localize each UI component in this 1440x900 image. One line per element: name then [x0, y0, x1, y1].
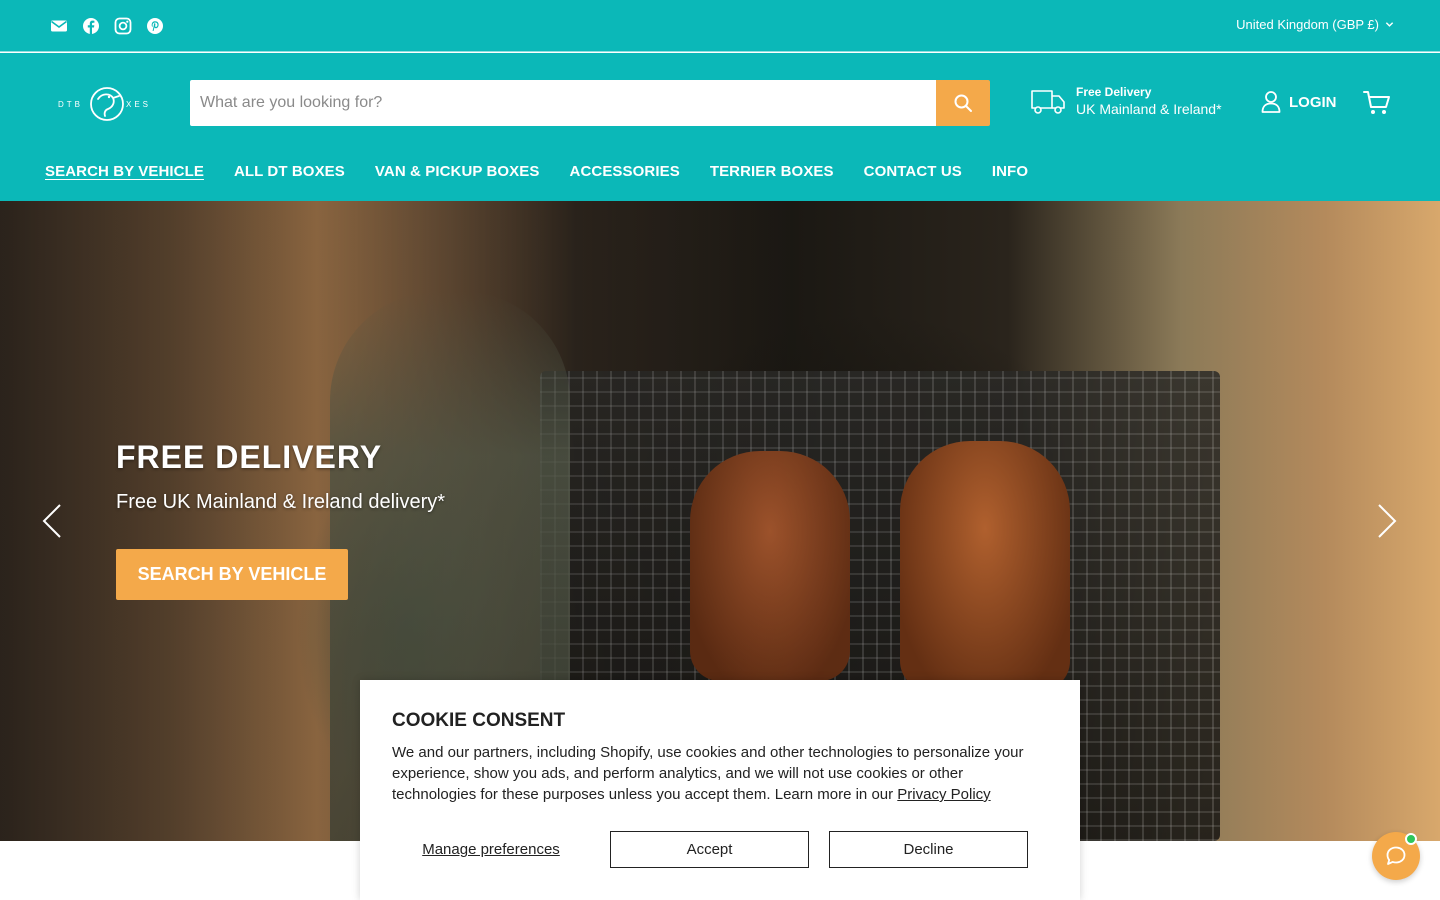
svg-text:XES: XES [126, 100, 151, 109]
social-links [50, 17, 164, 35]
nav-item-van-pickup-boxes[interactable]: VAN & PICKUP BOXES [375, 163, 540, 180]
delivery-subtitle: UK Mainland & Ireland* [1076, 101, 1222, 117]
slideshow-previous-arrow[interactable] [40, 503, 64, 539]
delivery-title: Free Delivery [1076, 85, 1152, 99]
hero-subtitle: Free UK Mainland & Ireland delivery* [116, 491, 446, 513]
cookie-consent-text: We and our partners, including Shopify, … [392, 742, 1048, 805]
manage-preferences-link[interactable]: Manage preferences [392, 831, 590, 868]
logo[interactable]: DTB XES [58, 83, 156, 125]
chevron-right-icon [1378, 504, 1397, 538]
chat-bubble-icon [1386, 846, 1406, 865]
nav-item-info[interactable]: INFO [992, 163, 1028, 180]
country-selector[interactable]: United Kingdom (GBP £) [1236, 17, 1394, 32]
truck-icon [1031, 90, 1065, 114]
decline-button[interactable]: Decline [829, 831, 1028, 868]
privacy-policy-link[interactable]: Privacy Policy [897, 786, 990, 803]
slideshow-next-arrow[interactable] [1375, 503, 1399, 539]
nav-item-contact-us[interactable]: CONTACT US [864, 163, 962, 180]
delivery-text: Free Delivery UK Mainland & Ireland* [1076, 85, 1222, 117]
free-delivery-promo: Free Delivery UK Mainland & Ireland* [1030, 85, 1222, 117]
chevron-down-icon [1385, 22, 1394, 27]
svg-text:DTB: DTB [58, 100, 83, 109]
search-icon [954, 94, 972, 112]
country-label: United Kingdom (GBP £) [1236, 17, 1379, 32]
hero-title: FREE DELIVERY [116, 439, 383, 475]
accept-button[interactable]: Accept [610, 831, 809, 868]
search-bar [190, 80, 990, 126]
login-link[interactable]: LOGIN [1261, 90, 1337, 114]
pinterest-icon[interactable] [146, 17, 164, 35]
search-input[interactable] [190, 80, 936, 126]
nav-item-terrier-boxes[interactable]: TERRIER BOXES [710, 163, 834, 180]
online-status-dot [1405, 833, 1417, 845]
hero-search-by-vehicle-button[interactable]: SEARCH BY VEHICLE [116, 549, 348, 600]
cookie-consent-title: COOKIE CONSENT [392, 710, 566, 731]
nav-item-all-dt-boxes[interactable]: ALL DT BOXES [234, 163, 345, 180]
email-icon[interactable] [50, 17, 68, 35]
chevron-left-icon [42, 504, 61, 538]
facebook-icon[interactable] [82, 17, 100, 35]
nav-item-search-by-vehicle[interactable]: SEARCH BY VEHICLE [45, 163, 204, 180]
cookie-consent-banner: COOKIE CONSENT We and our partners, incl… [360, 680, 1080, 900]
site-header: DTB XES Free Delivery UK Mainland & Irel… [0, 53, 1440, 201]
nav-item-accessories[interactable]: ACCESSORIES [570, 163, 680, 180]
login-label: LOGIN [1289, 93, 1337, 111]
main-navigation: SEARCH BY VEHICLE ALL DT BOXES VAN & PIC… [45, 163, 1028, 180]
top-bar: United Kingdom (GBP £) [0, 0, 1440, 52]
search-button[interactable] [936, 80, 990, 126]
cookie-consent-actions: Manage preferences Accept Decline [392, 831, 1048, 868]
cart-icon[interactable] [1363, 90, 1391, 116]
instagram-icon[interactable] [114, 17, 132, 35]
user-icon [1261, 91, 1281, 113]
